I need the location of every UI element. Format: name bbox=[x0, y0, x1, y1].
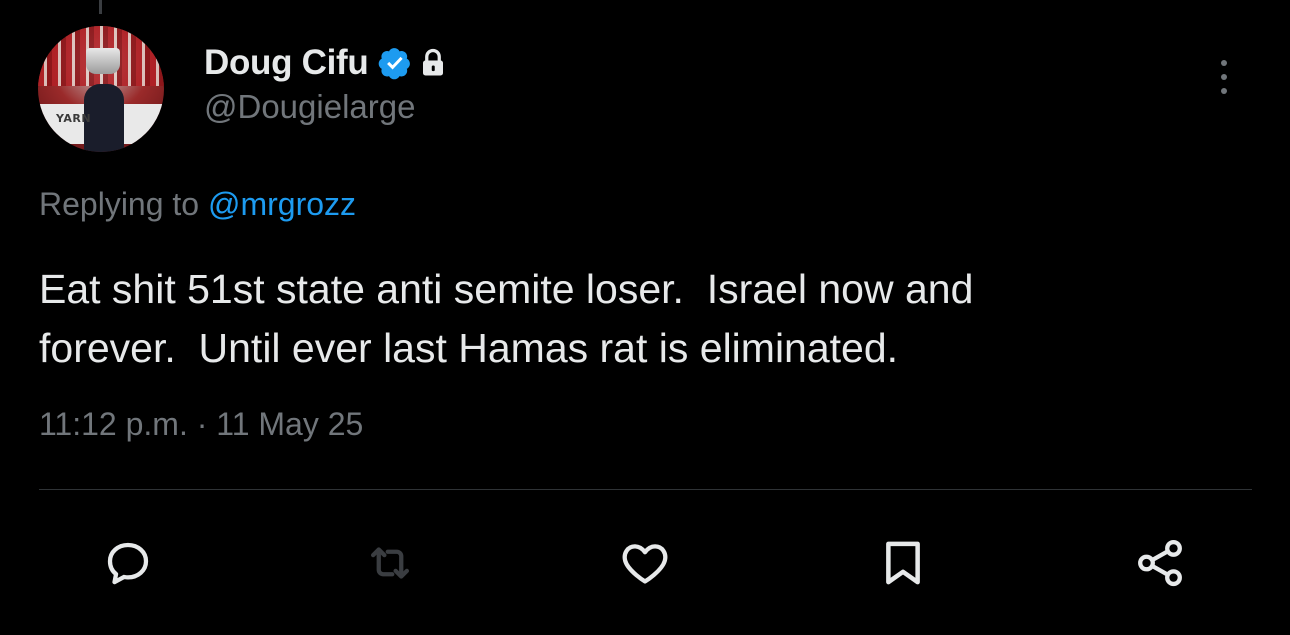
bookmark-button[interactable] bbox=[873, 533, 933, 593]
author-handle[interactable]: @Dougielarge bbox=[204, 88, 415, 126]
replying-to-mention-link[interactable]: @mrgrozz bbox=[208, 186, 356, 222]
lock-icon bbox=[420, 48, 446, 78]
replying-to-prefix: Replying to bbox=[39, 186, 208, 222]
like-button[interactable] bbox=[615, 533, 675, 593]
share-button[interactable] bbox=[1130, 533, 1190, 593]
retweet-icon bbox=[370, 547, 410, 579]
avatar-board-text: YARN bbox=[56, 112, 92, 125]
retweet-button[interactable] bbox=[360, 533, 420, 593]
reply-icon bbox=[107, 542, 149, 585]
verified-badge-icon[interactable] bbox=[378, 46, 412, 80]
bookmark-icon bbox=[886, 541, 920, 585]
divider bbox=[39, 489, 1252, 490]
heart-icon bbox=[622, 544, 668, 584]
thread-connector-line bbox=[99, 0, 102, 14]
avatar-trophy bbox=[86, 48, 120, 74]
author-name-row: Doug Cifu bbox=[204, 40, 446, 86]
author-display-name[interactable]: Doug Cifu bbox=[204, 43, 369, 83]
tweet-text: Eat shit 51st state anti semite loser. I… bbox=[39, 266, 974, 371]
reply-button[interactable] bbox=[98, 533, 158, 593]
tweet-timestamp[interactable]: 11:12 p.m. · 11 May 25 bbox=[39, 406, 363, 443]
avatar[interactable]: YARN bbox=[38, 26, 164, 152]
more-options-icon[interactable] bbox=[1212, 55, 1236, 99]
replying-to-line: Replying to @mrgrozz bbox=[39, 186, 356, 223]
share-icon bbox=[1138, 539, 1182, 587]
